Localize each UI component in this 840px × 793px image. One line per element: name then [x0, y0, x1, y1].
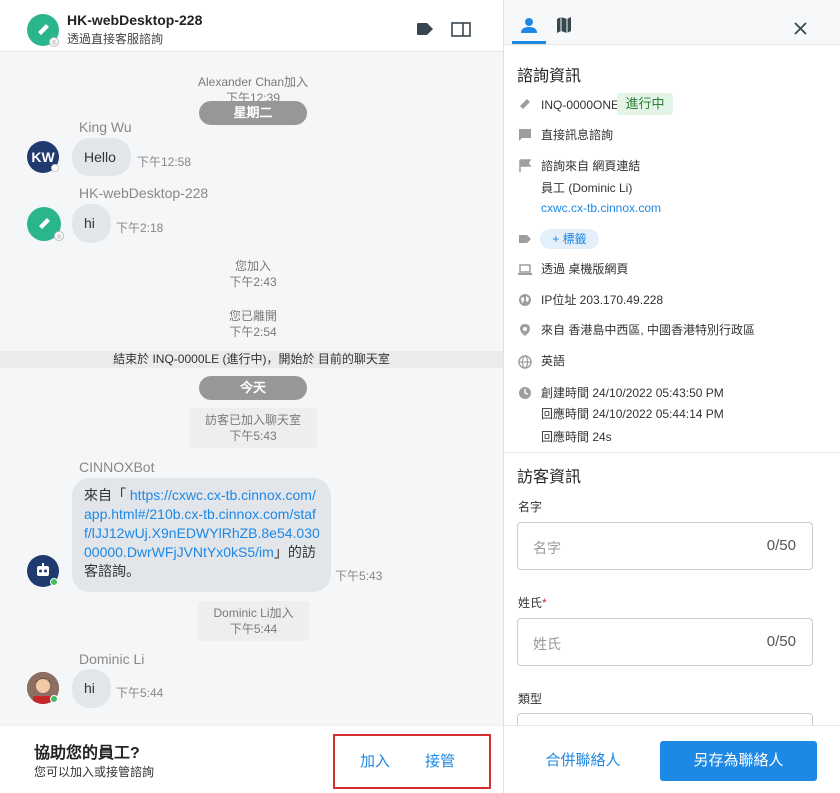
- last-name-label-text: 姓氏: [518, 596, 543, 610]
- first-name-label: 名字: [518, 500, 543, 514]
- sender-name: HK-webDesktop-228: [79, 185, 209, 201]
- ticket-icon: [520, 99, 530, 109]
- panel-footer: 合併聯絡人 另存為聯絡人: [504, 725, 840, 793]
- message-bubble: hi: [72, 204, 111, 243]
- chat-subtitle: 透過直接客服諮詢: [67, 32, 164, 46]
- inquiry-via: 透過 桌機版網頁: [541, 262, 629, 276]
- last-name-placeholder: 姓氏: [533, 636, 561, 652]
- info-panel: 諮詢資訊 INQ-0000ONE 進行中 直接訊息諮詢 諮詢來自 網頁連結 員工…: [503, 0, 840, 793]
- flag-icon: [519, 159, 532, 172]
- message-bubble: Hello: [72, 138, 131, 176]
- tag-icon[interactable]: [416, 22, 434, 36]
- tab-visitor[interactable]: [512, 13, 546, 44]
- inquiry-info-heading: 諮詢資訊: [517, 68, 582, 85]
- location-pin-icon: [520, 324, 530, 336]
- last-name-counter: 0/50: [766, 633, 796, 650]
- system-message: 訪客已加入聊天室: [204, 413, 301, 427]
- assist-subtitle: 您可以加入或接管諮詢: [34, 765, 155, 779]
- chat-panel: ◎ HK-webDesktop-228 透過直接客服諮詢 Alexander C…: [0, 0, 503, 793]
- visitor-info-heading: 訪客資訊: [517, 469, 582, 486]
- channel-badge-icon: ◎: [49, 37, 59, 47]
- laptop-icon: [518, 264, 532, 275]
- map-icon[interactable]: [556, 16, 572, 34]
- location: 來自 香港島中西區, 中國香港特別行政區: [541, 323, 756, 337]
- takeover-button[interactable]: 接管: [411, 747, 469, 777]
- inquiry-source: 諮詢來自 網頁連結: [541, 159, 641, 173]
- source-link[interactable]: cxwc.cx-tb.cinnox.com: [541, 200, 661, 216]
- sender-name: CINNOXBot: [79, 459, 155, 475]
- ticket-icon: [38, 24, 49, 35]
- ip-globe-icon: [519, 294, 531, 306]
- system-message: Alexander Chan加入: [197, 75, 309, 89]
- responded-time: 回應時間 24/10/2022 05:44:14 PM: [541, 407, 724, 421]
- inquiry-id: INQ-0000ONE: [541, 98, 620, 112]
- message-time: 下午5:43: [335, 569, 383, 583]
- message-time: 下午5:44: [116, 686, 164, 700]
- day-separator: 星期二: [199, 101, 307, 125]
- online-status-dot: [50, 578, 58, 586]
- first-name-field[interactable]: 名字 0/50: [517, 522, 813, 570]
- person-icon: [521, 18, 537, 33]
- status-dot: [51, 164, 59, 172]
- message-bubble: hi: [72, 669, 111, 708]
- message-text: 來自「: [84, 487, 130, 503]
- day-separator: 今天: [199, 376, 307, 400]
- type-label: 類型: [518, 692, 543, 706]
- join-button[interactable]: 加入: [349, 747, 401, 777]
- save-as-contact-button[interactable]: 另存為聯絡人: [660, 741, 817, 781]
- system-time: 下午5:43: [229, 429, 277, 443]
- system-message-box: 訪客已加入聊天室 下午5:43: [189, 408, 317, 448]
- system-message: Dominic Li加入: [213, 606, 294, 620]
- divider: [504, 452, 840, 453]
- response-duration: 回應時間 24s: [541, 430, 612, 444]
- merge-contact-button[interactable]: 合併聯絡人: [528, 741, 638, 781]
- inquiry-channel: 直接訊息諮詢: [541, 128, 614, 142]
- globe-icon: [518, 355, 532, 369]
- panel-tabs: [504, 0, 840, 45]
- first-name-counter: 0/50: [766, 537, 796, 554]
- close-icon[interactable]: [794, 22, 807, 35]
- ip-address: IP位址 203.170.49.228: [541, 293, 664, 307]
- last-name-label: 姓氏*: [518, 594, 547, 611]
- inquiry-ended-banner: 結束於 INQ-0000LE (進行中)，開始於 目前的聊天室: [0, 351, 503, 368]
- system-time: 下午2:54: [229, 325, 277, 339]
- chat-icon: [519, 129, 531, 141]
- assist-title: 協助您的員工?: [34, 745, 140, 762]
- assist-bar: 協助您的員工? 您可以加入或接管諮詢 加入 接管: [0, 725, 503, 793]
- system-message: 您已離開: [228, 309, 277, 323]
- system-message-box: Dominic Li加入 下午5:44: [198, 601, 309, 641]
- required-asterisk: *: [542, 596, 547, 610]
- add-tag-button[interactable]: + 標籤: [540, 229, 599, 249]
- system-time: 下午2:43: [229, 275, 277, 289]
- active-tab-indicator: [512, 41, 546, 44]
- split-panel-icon[interactable]: [451, 22, 471, 37]
- ticket-icon: [39, 218, 50, 229]
- message-bubble: 來自「 https://cxwc.cx-tb.cinnox.com/app.ht…: [72, 478, 331, 592]
- system-time: 下午5:44: [229, 622, 278, 636]
- status-badge: 進行中: [617, 93, 673, 115]
- language: 英語: [541, 354, 566, 368]
- chat-title: HK-webDesktop-228: [67, 12, 203, 28]
- message-time: 下午12:58: [137, 155, 192, 169]
- tag-icon: [519, 235, 531, 243]
- chat-header: ◎ HK-webDesktop-228 透過直接客服諮詢: [0, 0, 503, 52]
- channel-badge-icon: ◎: [54, 231, 64, 241]
- created-time: 創建時間 24/10/2022 05:43:50 PM: [541, 386, 724, 400]
- clock-icon: [519, 387, 531, 399]
- last-name-field[interactable]: 姓氏 0/50: [517, 618, 813, 666]
- sender-name: King Wu: [79, 119, 132, 135]
- inquiry-staff: 員工 (Dominic Li): [541, 181, 633, 195]
- system-message: 您加入: [234, 259, 271, 273]
- sender-name: Dominic Li: [79, 651, 145, 667]
- message-time: 下午2:18: [116, 221, 164, 235]
- first-name-placeholder: 名字: [533, 540, 561, 556]
- online-status-dot: [50, 695, 58, 703]
